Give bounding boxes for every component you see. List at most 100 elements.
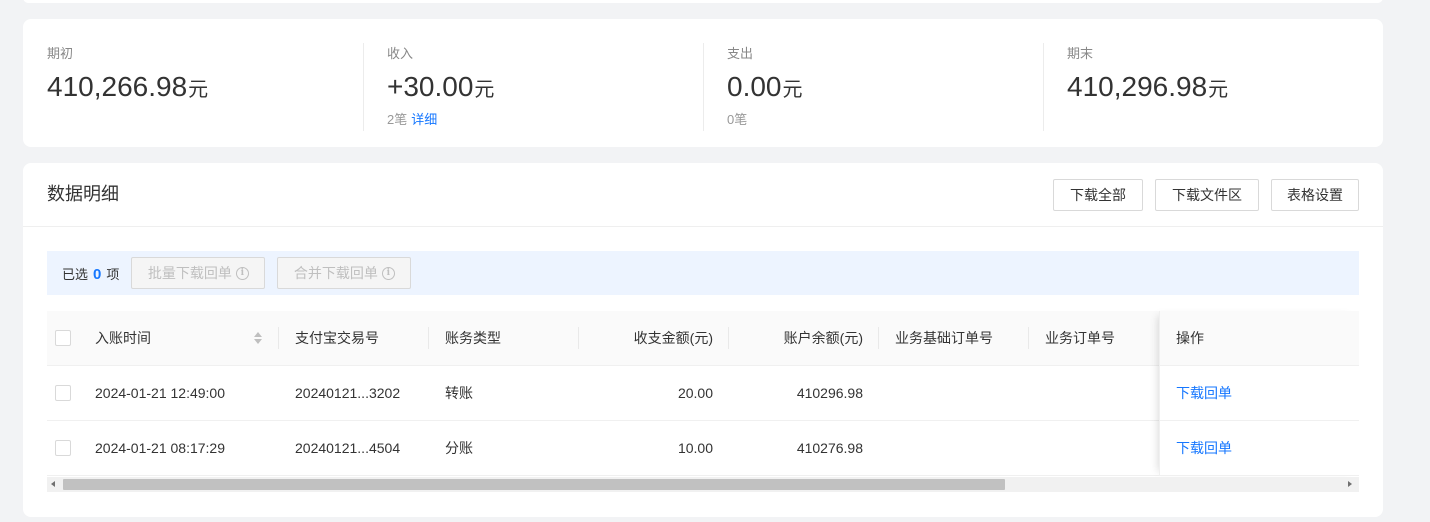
table-header: 操作 — [1160, 311, 1359, 366]
previous-card — [23, 0, 1383, 3]
cell-amount: 20.00 — [677, 385, 713, 401]
summary-sub: 2笔 详细 — [387, 109, 703, 131]
row-checkbox[interactable] — [55, 440, 71, 456]
download-files-button[interactable]: 下载文件区 — [1155, 179, 1259, 211]
header-order: 业务订单号 — [1029, 311, 1159, 365]
select-all-checkbox[interactable] — [55, 330, 71, 346]
header-checkbox-cell — [47, 311, 79, 365]
header-amount: 收支金额(元) — [579, 311, 729, 365]
summary-income: 收入 +30.00元 2笔 详细 — [363, 19, 703, 147]
cell-balance: 410296.98 — [796, 385, 863, 401]
header-base-order: 业务基础订单号 — [879, 311, 1029, 365]
income-detail-link[interactable]: 详细 — [411, 112, 437, 127]
scrollbar-thumb[interactable] — [63, 479, 1005, 490]
cell-time: 2024-01-21 12:49:00 — [95, 385, 225, 401]
cell-base-order — [879, 366, 1029, 420]
merge-download-receipt-button[interactable]: 合并下载回单 — [277, 257, 412, 289]
summary-closing: 期末 410,296.98元 — [1043, 19, 1383, 147]
column-title: 账务类型 — [445, 330, 501, 346]
transactions-table: 入账时间 支付宝交易号 账务类型 收支金额(元) 账户余额(元) 业务基础订单号… — [47, 311, 1359, 476]
summary-amount: 0.00 — [727, 71, 782, 102]
summary-amount: 410,266.98 — [47, 71, 188, 102]
arrow-left-icon[interactable] — [51, 481, 55, 487]
detail-header: 数据明细 下载全部 下载文件区 表格设置 — [23, 163, 1383, 227]
button-label: 合并下载回单 — [293, 265, 378, 281]
detail-actions: 下载全部 下载文件区 表格设置 — [1053, 179, 1359, 211]
column-title: 业务基础订单号 — [895, 330, 993, 346]
summary-value: +30.00元 — [387, 69, 703, 105]
header-trade-no: 支付宝交易号 — [279, 311, 429, 365]
row-checkbox-cell — [47, 366, 79, 420]
cell-type: 分账 — [445, 440, 473, 456]
summary-label: 期末 — [1067, 46, 1094, 61]
cell-action: 下载回单 — [1160, 421, 1359, 475]
cell-trade-no: 20240121...4504 — [295, 440, 401, 456]
selection-count: 0 — [93, 265, 102, 283]
column-title: 业务订单号 — [1045, 330, 1115, 346]
header-type: 账务类型 — [429, 311, 579, 365]
row-checkbox-cell — [47, 421, 79, 475]
summary-value: 410,296.98元 — [1067, 69, 1383, 105]
cell-action: 下载回单 — [1160, 366, 1359, 420]
table-row: 2024-01-21 12:49:00 20240121...3202 转账 2… — [47, 366, 1159, 421]
summary-unit: 元 — [782, 79, 803, 101]
balance-summary-card: 期初 410,266.98元 收入 +30.00元 2笔 详细 支出 0.00元 … — [23, 19, 1383, 147]
sort-descending-icon[interactable] — [254, 339, 262, 344]
cell-balance: 410276.98 — [796, 440, 863, 456]
summary-unit: 元 — [188, 79, 209, 101]
header-time: 入账时间 — [79, 311, 279, 365]
download-all-button[interactable]: 下载全部 — [1053, 179, 1143, 211]
info-icon — [381, 266, 395, 280]
page-title: 数据明细 — [47, 184, 119, 204]
selection-prefix: 已选 — [62, 266, 89, 282]
data-detail-card: 数据明细 下载全部 下载文件区 表格设置 已选 0 项 批量下载回单 合并下载回… — [23, 163, 1383, 517]
table-settings-button[interactable]: 表格设置 — [1271, 179, 1359, 211]
action-column: 操作 下载回单 下载回单 — [1159, 311, 1359, 476]
sort-ascending-icon[interactable] — [254, 332, 262, 337]
cell-base-order — [879, 421, 1029, 475]
cell-time: 2024-01-21 08:17:29 — [95, 440, 225, 456]
table-row: 下载回单 — [1160, 421, 1359, 476]
header-action: 操作 — [1160, 311, 1359, 365]
selection-suffix: 项 — [106, 266, 120, 282]
summary-value: 0.00元 — [727, 69, 1043, 105]
cell-type: 转账 — [445, 385, 473, 401]
summary-amount: +30.00 — [387, 71, 474, 102]
table-row: 下载回单 — [1160, 366, 1359, 421]
row-checkbox[interactable] — [55, 385, 71, 401]
summary-unit: 元 — [1208, 79, 1229, 101]
selection-summary: 已选 0 项 — [62, 264, 119, 283]
cell-amount: 10.00 — [677, 440, 713, 456]
table-header: 入账时间 支付宝交易号 账务类型 收支金额(元) 账户余额(元) 业务基础订单号… — [47, 311, 1159, 366]
column-title: 入账时间 — [95, 330, 151, 346]
column-title: 支付宝交易号 — [295, 330, 379, 346]
info-icon — [235, 266, 249, 280]
expense-count: 0笔 — [727, 112, 748, 127]
table-scroll-area[interactable]: 入账时间 支付宝交易号 账务类型 收支金额(元) 账户余额(元) 业务基础订单号… — [47, 311, 1159, 476]
summary-label: 期初 — [47, 46, 74, 61]
cell-order — [1029, 366, 1159, 420]
summary-opening: 期初 410,266.98元 — [23, 19, 363, 147]
summary-label: 支出 — [727, 46, 754, 61]
income-count: 2笔 — [387, 112, 408, 127]
horizontal-scrollbar[interactable] — [47, 477, 1359, 492]
download-receipt-link[interactable]: 下载回单 — [1176, 438, 1232, 458]
table-row: 2024-01-21 08:17:29 20240121...4504 分账 1… — [47, 421, 1159, 476]
summary-amount: 410,296.98 — [1067, 71, 1208, 102]
summary-value: 410,266.98元 — [47, 69, 363, 105]
column-title: 账户余额(元) — [783, 330, 863, 346]
summary-sub: 0笔 — [727, 109, 1043, 131]
column-title: 操作 — [1176, 330, 1204, 346]
header-balance: 账户余额(元) — [729, 311, 879, 365]
download-receipt-link[interactable]: 下载回单 — [1176, 383, 1232, 403]
batch-download-receipt-button[interactable]: 批量下载回单 — [131, 257, 266, 289]
button-label: 批量下载回单 — [147, 265, 232, 281]
selection-bar: 已选 0 项 批量下载回单 合并下载回单 — [47, 251, 1359, 295]
summary-label: 收入 — [387, 46, 414, 61]
cell-order — [1029, 421, 1159, 475]
summary-expense: 支出 0.00元 0笔 — [703, 19, 1043, 147]
arrow-right-icon[interactable] — [1348, 481, 1352, 487]
sort-icon[interactable] — [254, 332, 262, 344]
summary-unit: 元 — [474, 79, 495, 101]
cell-trade-no: 20240121...3202 — [295, 385, 401, 401]
